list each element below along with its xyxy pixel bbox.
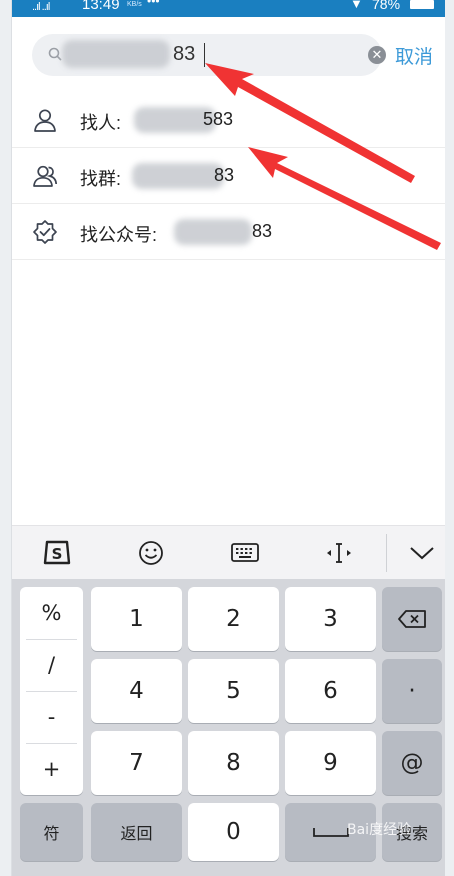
back-key[interactable]: 返回 [91,803,182,861]
status-time: 13:49 [82,0,120,13]
find-official-account-label: 找公众号: [80,225,158,245]
key-0[interactable]: 0 [188,803,279,861]
space-icon [312,828,349,837]
key-1[interactable]: 1 [91,587,182,651]
redacted-blur [174,219,252,245]
search-input[interactable]: 83 ✕ [32,34,386,76]
key-plus[interactable]: + [20,743,83,795]
key-5[interactable]: 5 [188,659,279,723]
key-7[interactable]: 7 [91,731,182,795]
key-3[interactable]: 3 [285,587,376,651]
key-2[interactable]: 2 [188,587,279,651]
redacted-blur [132,163,224,189]
keyboard-toolbar: S [12,525,445,580]
person-icon [34,109,56,132]
notification-dots-icon: ••• [147,0,160,8]
signal-icon: ..ıl ..ıl [32,1,50,13]
text-caret [204,43,205,67]
wifi-icon: ▼ [350,0,363,11]
toolbar-divider [386,534,387,572]
cancel-button[interactable]: 取消 [395,42,433,69]
find-group-suffix: 83 [214,165,235,185]
window-frame-left [0,0,12,876]
key-9[interactable]: 9 [285,731,376,795]
phone-screen: ..ıl ..ıl 13:49 KB/s ••• ▼ 78% 83 ✕ 取消 找… [12,0,445,876]
emoji-icon[interactable] [136,539,166,567]
find-group-label: 找群: [80,169,122,189]
find-group-row[interactable]: 找群: 83 [12,148,445,204]
key-minus[interactable]: - [20,691,83,743]
search-value[interactable]: 83 [173,43,195,66]
key-6[interactable]: 6 [285,659,376,723]
battery-percent: 78% [372,0,401,12]
key-percent[interactable]: % [20,587,83,639]
dot-key[interactable]: · [382,659,442,723]
backspace-key[interactable] [382,587,442,651]
svg-text:S: S [52,545,63,563]
find-person-row[interactable]: 找人: 583 [12,92,445,148]
window-frame-right [444,0,454,876]
symbol-key[interactable]: 符 [20,803,83,861]
status-bar: ..ıl ..ıl 13:49 KB/s ••• ▼ 78% [12,0,445,17]
redacted-blur [62,40,170,68]
symbol-column: % / - + [20,587,83,795]
find-person-suffix: 583 [203,109,234,129]
watermark: Bai度经验 [347,822,412,838]
badge-check-icon [33,220,57,244]
backspace-icon [398,610,426,628]
collapse-keyboard-icon[interactable] [407,539,437,567]
clear-icon[interactable]: ✕ [368,46,386,64]
key-8[interactable]: 8 [188,731,279,795]
battery-icon [410,0,434,9]
numeric-keyboard: % / - + 1 2 3 4 5 6 · 7 8 9 @ 符 返回 0 搜索 … [12,579,445,876]
sogou-logo-icon[interactable]: S [42,539,72,567]
find-official-account-suffix: 83 [252,221,273,241]
search-icon [48,47,62,61]
keyboard-switch-icon[interactable] [230,539,260,567]
key-slash[interactable]: / [20,639,83,691]
search-results: 找人: 583 找群: 83 找公众号: 83 [12,92,445,260]
find-official-account-row[interactable]: 找公众号: 83 [12,204,445,260]
find-person-label: 找人: [80,113,122,133]
cursor-move-icon[interactable] [324,539,354,567]
at-key[interactable]: @ [382,731,442,795]
group-icon [33,165,58,187]
key-4[interactable]: 4 [91,659,182,723]
network-speed-unit: KB/s [127,1,142,8]
